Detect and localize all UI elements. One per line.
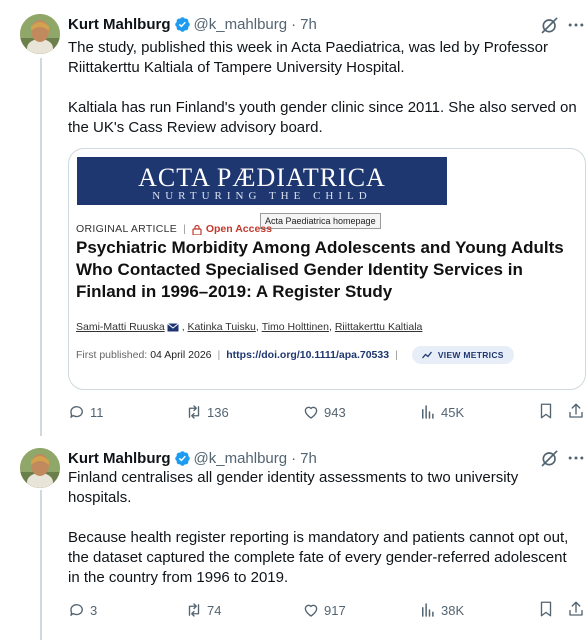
more-icon[interactable] [566,448,586,468]
tweet-actions: 11 136 943 45K [68,402,587,422]
article-type: ORIGINAL ARTICLE [76,223,178,235]
reply-button[interactable]: 11 [68,402,104,422]
like-button[interactable]: 917 [302,600,346,620]
share-icon[interactable] [567,402,585,420]
author-separator: , [329,321,332,333]
share-icon[interactable] [567,600,585,618]
author-link[interactable]: Sami-Matti Ruuska [76,321,165,333]
first-published-date: 04 April 2026 [150,349,212,361]
verified-badge-icon[interactable] [174,16,191,33]
homepage-tooltip: Acta Paediatrica homepage [260,213,381,229]
repost-icon [188,405,200,419]
author-link[interactable]: Riittakerttu Kaltiala [335,321,423,333]
publication-row: First published: 04 April 2026 | https:/… [76,346,514,364]
repost-count: 74 [207,602,222,618]
reply-button[interactable]: 3 [68,600,97,620]
grok-icon[interactable] [540,448,560,468]
like-count: 943 [324,404,346,420]
first-published-label: First published: [76,349,148,361]
avatar[interactable] [20,448,60,488]
article-meta-row: ORIGINAL ARTICLE | Open Access [76,223,272,235]
tweet-text: The study, published this week in Acta P… [68,39,577,136]
bookmark-icon[interactable] [537,402,555,420]
timestamp[interactable]: 7h [300,450,317,467]
tweet-text: Finland centralises all gender identity … [68,469,569,586]
pub-separator: | [395,349,398,361]
bookmark-icon[interactable] [537,600,555,618]
more-icon[interactable] [566,15,586,35]
author-link[interactable]: Timo Holttinen [262,321,329,333]
author-list: Sami-Matti Ruuska , Katinka Tuisku , Tim… [76,321,422,333]
header-separator: · [291,449,297,467]
view-metrics-button[interactable]: VIEW METRICS [411,346,514,364]
repost-count: 136 [207,404,229,420]
author-name[interactable]: Kurt Mahlburg [68,450,171,467]
grok-icon[interactable] [540,15,560,35]
repost-button[interactable]: 136 [185,402,229,422]
avatar[interactable] [20,14,60,54]
view-metrics-label: VIEW METRICS [437,350,504,360]
lock-icon [192,224,202,235]
tweet[interactable]: Kurt Mahlburg @k_mahlburg · 7h Finland c… [0,436,587,640]
verified-badge-icon[interactable] [174,450,191,467]
like-button[interactable]: 943 [302,402,346,422]
views-icon [422,405,434,419]
mail-icon[interactable] [166,322,179,332]
author-separator: , [255,321,259,333]
metrics-chart-icon [421,351,432,359]
repost-button[interactable]: 74 [185,600,221,620]
author-separator: , [181,321,185,333]
tweet-actions: 3 74 917 38K [68,600,587,620]
reply-icon [70,604,83,616]
like-icon [304,604,318,617]
meta-separator: | [183,223,186,235]
header-separator: · [291,15,297,33]
author-name[interactable]: Kurt Mahlburg [68,16,171,33]
views-count: 38K [441,602,465,618]
views-count: 45K [441,404,465,420]
tweet-header: Kurt Mahlburg @k_mahlburg · 7h [68,448,317,468]
views-button[interactable]: 38K [419,600,464,620]
views-icon [422,603,434,617]
tweet-header: Kurt Mahlburg @k_mahlburg · 7h [68,14,317,34]
link-preview-card[interactable]: ACTA PÆDIATRICA NURTURING THE CHILD Acta… [68,148,586,390]
author-handle[interactable]: @k_mahlburg [194,450,288,467]
journal-subtitle: NURTURING THE CHILD [152,190,372,202]
repost-icon [188,603,200,617]
like-icon [304,406,318,419]
author-handle[interactable]: @k_mahlburg [194,16,288,33]
reply-count: 3 [90,602,98,618]
journal-banner[interactable]: ACTA PÆDIATRICA NURTURING THE CHILD [77,157,447,205]
reply-count: 11 [90,404,104,420]
author-link[interactable]: Katinka Tuisku [188,321,256,333]
article-title[interactable]: Psychiatric Morbidity Among Adolescents … [76,237,584,303]
reply-icon [70,406,83,418]
views-button[interactable]: 45K [419,402,464,422]
tweet[interactable]: Kurt Mahlburg @k_mahlburg · 7h The study… [0,0,587,436]
pub-separator: | [217,349,221,361]
timestamp[interactable]: 7h [300,16,317,33]
like-count: 917 [324,602,346,618]
open-access-label: Open Access [205,223,272,235]
doi-link[interactable]: https://doi.org/10.1111/apa.70533 [226,349,389,361]
journal-title: ACTA PÆDIATRICA [138,163,386,192]
